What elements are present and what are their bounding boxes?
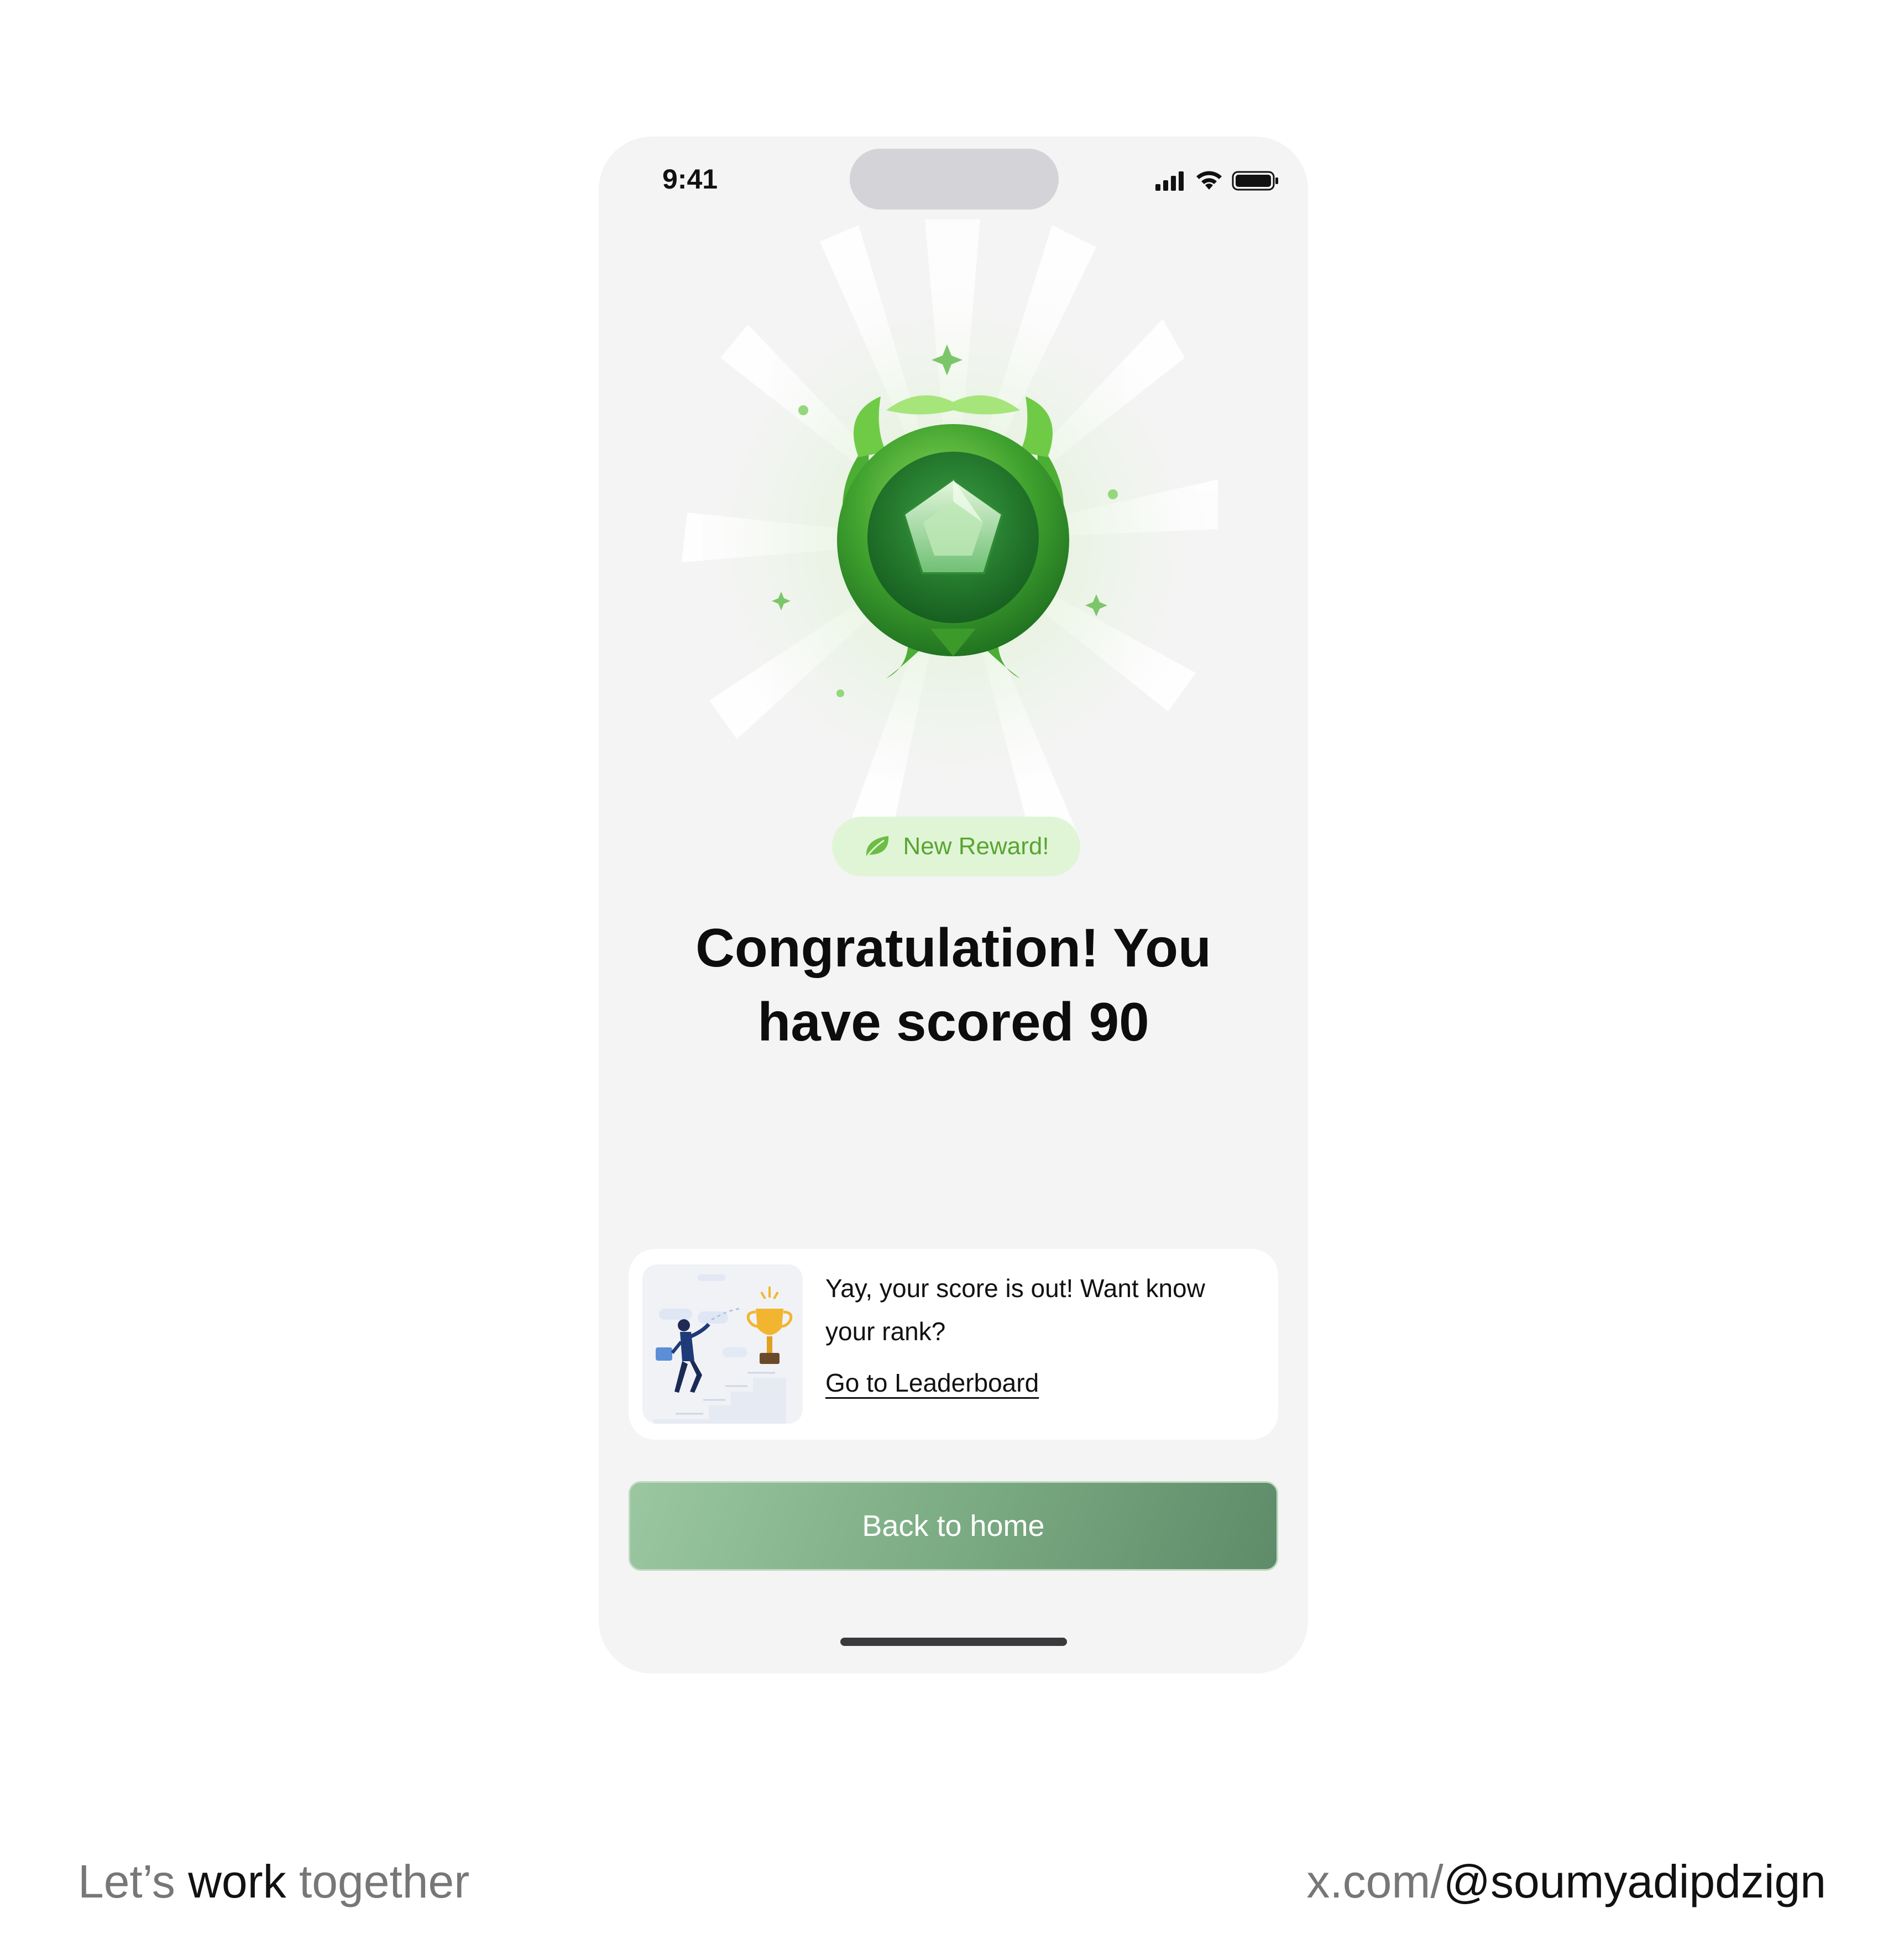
reward-medal-illustration [682,219,1218,861]
dynamic-island [850,149,1059,210]
footer-tagline-bold: work [188,1855,286,1907]
phone-screen: 9:41 New Reward! Congratulation! You hav… [599,137,1308,1674]
leaf-icon [866,836,889,856]
home-indicator [840,1638,1067,1646]
go-to-leaderboard-link[interactable]: Go to Leaderboard [825,1368,1039,1398]
headline-line-1: Congratulation! You [695,917,1211,978]
climbing-stairs-to-trophy-illustration [642,1264,803,1424]
footer-tagline-prefix: Let’s [78,1855,189,1907]
wifi-icon [1196,171,1222,190]
headline-line-2: have scored 90 [757,991,1149,1052]
back-to-home-button[interactable]: Back to home [629,1481,1278,1571]
leaderboard-message: Yay, your score is out! Want know your r… [825,1274,1205,1346]
new-reward-label: New Reward! [903,833,1049,860]
footer-tagline-suffix: together [286,1855,470,1907]
battery-icon [1232,171,1278,191]
status-icons [1154,170,1281,192]
signal-icon [1155,171,1184,191]
footer-tagline: Let’s work together [78,1855,469,1909]
status-time: 9:41 [662,164,718,195]
footer-social-link[interactable]: x.com/@soumyadipdzign [1306,1855,1826,1909]
footer-social-prefix: x.com/ [1306,1855,1443,1907]
footer-social-handle: @soumyadipdzign [1443,1855,1826,1907]
leaderboard-card: Yay, your score is out! Want know your r… [629,1249,1278,1440]
new-reward-badge: New Reward! [832,817,1080,876]
congratulation-headline: Congratulation! You have scored 90 [599,911,1308,1059]
